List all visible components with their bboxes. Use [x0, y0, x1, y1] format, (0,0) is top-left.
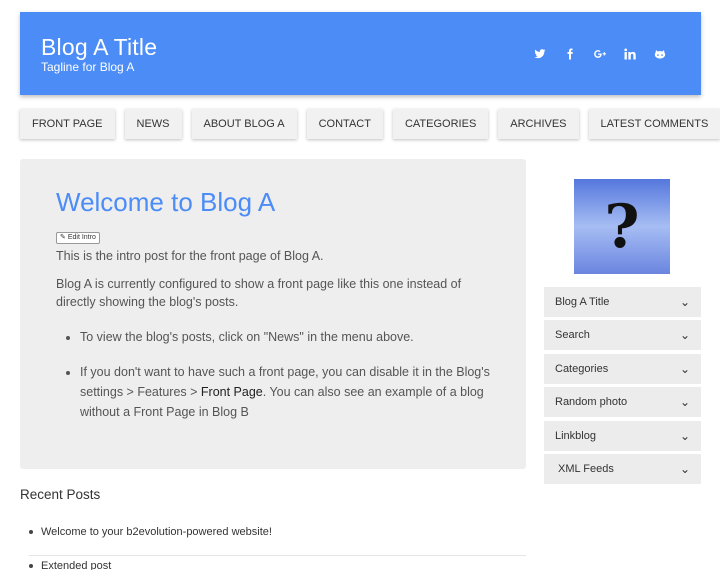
intro-paragraph-1: This is the intro post for the front pag…: [56, 249, 324, 263]
intro-bullets: To view the blog's posts, click on "News…: [80, 327, 490, 437]
edit-intro-label: Edit Intro: [67, 234, 96, 241]
intro-post: Welcome to Blog A ✎ Edit Intro This is t…: [20, 159, 526, 469]
menu-item-news[interactable]: NEWS: [124, 109, 182, 139]
widget-label: Search: [555, 329, 590, 341]
chevron-down-icon: ⌄: [679, 462, 690, 476]
intro-bullet-2: If you don't want to have such a front p…: [80, 362, 490, 422]
intro-paragraph-2: Blog A is currently configured to show a…: [56, 277, 462, 309]
menu-item-front-page[interactable]: FRONT PAGE: [20, 109, 115, 139]
widget-label: Random photo: [555, 396, 628, 408]
edit-intro-button[interactable]: ✎ Edit Intro: [56, 232, 100, 244]
menu-item-contact[interactable]: CONTACT: [306, 109, 383, 139]
chevron-down-icon: ⌄: [679, 395, 690, 409]
menu-item-latest-comments[interactable]: LATEST COMMENTS: [588, 109, 720, 139]
chevron-down-icon: ⌄: [679, 429, 690, 443]
chevron-down-icon: ⌄: [679, 362, 690, 376]
menu-item-archives[interactable]: ARCHIVES: [498, 109, 579, 139]
main-menu: FRONT PAGE NEWS ABOUT BLOG A CONTACT CAT…: [20, 109, 720, 139]
widget-xml-feeds[interactable]: XML Feeds ⌄: [544, 454, 701, 484]
recent-post-item[interactable]: Welcome to your b2evolution-powered webs…: [29, 522, 526, 556]
site-header: Blog A Title Tagline for Blog A: [20, 12, 701, 95]
github-icon[interactable]: [645, 46, 675, 60]
recent-post-item[interactable]: Extended post: [29, 556, 526, 570]
recent-posts-list: Welcome to your b2evolution-powered webs…: [29, 522, 526, 570]
site-title[interactable]: Blog A Title: [41, 34, 157, 61]
front-page-link[interactable]: Front Page: [201, 385, 263, 399]
intro-title[interactable]: Welcome to Blog A: [56, 187, 275, 218]
widget-linkblog[interactable]: Linkblog ⌄: [544, 421, 701, 451]
recent-posts-title: Recent Posts: [20, 487, 101, 502]
chevron-down-icon: ⌄: [679, 328, 690, 342]
social-links: [525, 46, 675, 60]
widget-label: Linkblog: [555, 430, 596, 442]
widget-label: Blog A Title: [555, 296, 610, 308]
chevron-down-icon: ⌄: [679, 295, 690, 309]
question-mark-icon: ?: [604, 191, 640, 262]
widget-random-photo[interactable]: Random photo ⌄: [544, 387, 701, 417]
blog-avatar: ?: [574, 179, 670, 274]
google-plus-icon[interactable]: [585, 46, 615, 60]
widget-blog-title[interactable]: Blog A Title ⌄: [544, 287, 701, 317]
widget-search[interactable]: Search ⌄: [544, 320, 701, 350]
edit-icon: ✎: [60, 234, 66, 241]
widget-label: Categories: [555, 363, 609, 375]
intro-bullet-1: To view the blog's posts, click on "News…: [80, 327, 490, 347]
widget-categories[interactable]: Categories ⌄: [544, 354, 701, 384]
menu-item-about[interactable]: ABOUT BLOG A: [191, 109, 297, 139]
linkedin-icon[interactable]: [615, 46, 645, 60]
facebook-icon[interactable]: [555, 46, 585, 60]
twitter-icon[interactable]: [525, 46, 555, 60]
menu-item-categories[interactable]: CATEGORIES: [392, 109, 489, 139]
site-tagline: Tagline for Blog A: [41, 60, 135, 74]
widget-label: XML Feeds: [558, 463, 614, 475]
